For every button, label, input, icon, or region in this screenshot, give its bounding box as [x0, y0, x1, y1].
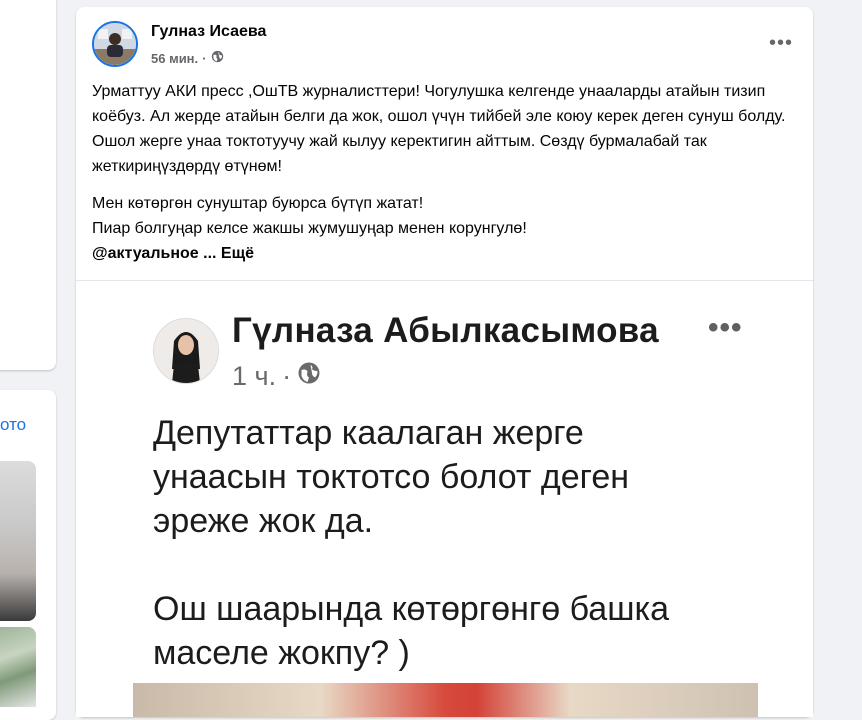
- embedded-line: маселе жокпу? ): [153, 634, 410, 672]
- embedded-line: Ош шаарында көтөргөнгө башка: [153, 590, 670, 628]
- embedded-avatar: [153, 318, 219, 384]
- post-card: Гулназ Исаева 56 мин. · ••• Урматтуу АКИ…: [76, 7, 813, 717]
- embedded-separator: ·: [282, 361, 292, 391]
- embedded-text: Депутаттар каалаган жерге унаасын токтот…: [153, 411, 773, 675]
- meta-separator: ·: [202, 50, 207, 66]
- more-options-button[interactable]: •••: [763, 25, 799, 61]
- photo-thumbnail[interactable]: [0, 627, 36, 707]
- post-paragraph: Пиар болгуңар келсе жакшы жумушуңар мене…: [92, 220, 527, 237]
- photo-thumbnail[interactable]: [0, 461, 36, 621]
- embedded-meta: 1 ч. ·: [232, 361, 321, 392]
- embedded-globe-icon: [297, 361, 321, 392]
- post-footer-line: @актуальное ... Ещё: [92, 241, 804, 266]
- embedded-line: унаасын токтотсо болот деген: [153, 458, 630, 496]
- hashtag-link[interactable]: @актуальное: [92, 245, 199, 262]
- embedded-line: эреже жок да.: [153, 502, 374, 540]
- embedded-line: Депутаттар каалаган жерге: [153, 414, 584, 452]
- embedded-photo: [133, 683, 758, 717]
- left-sidebar-card: [0, 0, 56, 370]
- post-image[interactable]: Гүлназа Абылкасымова ••• 1 ч. · Депутатт…: [76, 281, 813, 717]
- author-name[interactable]: Гулназ Исаева: [151, 23, 266, 41]
- photos-link[interactable]: ото: [0, 415, 26, 435]
- post-text: Урматтуу АКИ пресс ,ОшТВ журналисттери! …: [92, 79, 804, 266]
- post-paragraph: Мен көтөргөн сунуштар буюрса бүтүп жатат…: [92, 195, 424, 212]
- see-more-link[interactable]: ... Ещё: [203, 245, 254, 262]
- more-horizontal-icon: •••: [768, 31, 793, 54]
- embedded-author-name: Гүлназа Абылкасымова: [232, 311, 659, 350]
- post-meta: 56 мин. ·: [151, 50, 224, 66]
- post-paragraph: Урматтуу АКИ пресс ,ОшТВ журналисттери! …: [92, 83, 786, 175]
- globe-icon: [211, 50, 224, 66]
- embedded-more-icon: •••: [708, 311, 743, 344]
- embedded-time: 1 ч.: [232, 361, 277, 391]
- author-avatar[interactable]: [92, 21, 138, 67]
- post-time[interactable]: 56 мин.: [151, 51, 198, 66]
